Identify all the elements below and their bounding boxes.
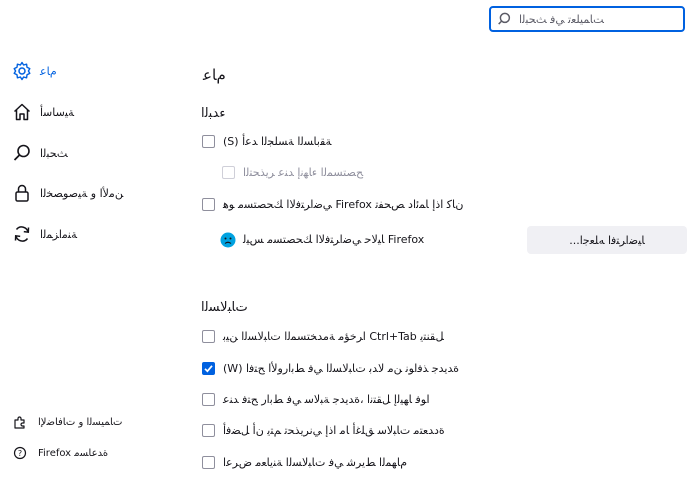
warn-on-quit-label: ﺢﺼﺘﺴﻤﻟﺍ ﺀﺎﻬﻧﺇ ﺪﻨﻋ ﺮﻳﺬﺤﺘﻟﺍ — [243, 166, 364, 179]
tabs-heading: ﺕﺎﺒﻟﺎﺴﻟﺍ — [201, 300, 248, 315]
sidebar-item-sync[interactable]: ﺔﻨﻣﺍﺰﻤﻟﺍ — [10, 222, 77, 246]
home-icon — [10, 100, 34, 124]
restore-session-option[interactable]: (‏S‏) ﺔﻘﺑﺎﺴﻟﺍ ﺔﺴﻠﺠﻟﺍ ﺪﻋﺃ — [202, 135, 331, 148]
open-links-in-tabs-label: (‏W‏) ﺓﺪﻳﺪﺟ ﺬﻓﺍﻮﻧ ﻦﻣ ﻻﺪﺑ ﺕﺎﺒﻟﺎﺴﻟﺍ ﻲﻓ ﻂﺑﺍ… — [223, 362, 460, 375]
sidebar-item-label: ﺚﺤﺒﻟﺍ — [40, 146, 68, 160]
puzzle-icon — [12, 414, 28, 430]
sidebar-item-label: ﻦﻣﻷﺍ ﻭ ﺔﻴﺻﻮﺼﺨﻟﺍ — [40, 186, 124, 200]
warn-on-close-tabs-label: ﺓﺩﺪﻌﺘﻣ ﺕﺎﺒﻟﺎﺳ ﻖﻠﻏﺃ ﺎﻣ ﺍﺫﺇ ﻲﻧﺮﻳﺬﺤﺗ ﻢﺘﻳ ﻥﺃ… — [223, 424, 445, 437]
sidebar-addons-link[interactable]: ﺕﺎﻤﻴﺴﻟﺍ ﻭ ﺕﺎﻓﺎﺿﻹﺍ — [12, 413, 122, 431]
checkmark-icon — [204, 365, 213, 373]
sidebar-item-label: ﺔﻨﻣﺍﺰﻤﻟﺍ — [40, 227, 78, 241]
sidebar-item-home[interactable]: ﺔﻴﺳﺎﺳﺃ — [10, 100, 74, 124]
sad-face-icon — [220, 232, 236, 248]
sidebar-item-label: ﻡﺎﻋ — [40, 64, 57, 78]
page-title: ﻡﺎﻋ — [203, 66, 226, 84]
search-icon — [10, 141, 34, 165]
restore-session-label: (‏S‏) ﺔﻘﺑﺎﺴﻟﺍ ﺔﺴﻠﺠﻟﺍ ﺪﻋﺃ — [223, 135, 332, 148]
lock-icon — [10, 181, 34, 205]
warn-on-close-tabs-option[interactable]: ﺓﺩﺪﻌﺘﻣ ﺕﺎﺒﻟﺎﺳ ﻖﻠﻏﺃ ﺎﻣ ﺍﺫﺇ ﻲﻧﺮﻳﺬﺤﺗ ﻢﺘﻳ ﻥﺃ… — [202, 424, 445, 437]
search-input[interactable] — [515, 12, 679, 26]
warn-on-quit-checkbox[interactable] — [222, 166, 235, 179]
check-default-checkbox[interactable] — [202, 198, 215, 211]
taskbar-previews-option[interactable]: ﻡﺎﻬﻤﻟﺍ ﻂﻳﺮﺷ ﻲﻓ ﺕﺎﺒﻟﺎﺴﻟﺍ ﺔﻨﻳﺎﻌﻣ ﺽﺮﻋﺍ — [202, 456, 407, 469]
help-icon: ? — [12, 445, 28, 461]
taskbar-previews-checkbox[interactable] — [202, 456, 215, 469]
svg-text:?: ? — [18, 449, 22, 458]
ctrl-tab-label: ﺍﺮﺧﺆﻣ ﺔﻣﺪﺨﺘﺴﻤﻟﺍ ﺕﺎﺒﻟﺎﺴﻟﺍ ﻦﻴﺑ Ctrl+Tab ﻞﻘ… — [223, 330, 444, 343]
sidebar-help-link[interactable]: ? Firefox ﺓﺪﻋﺎﺴﻣ — [12, 444, 108, 462]
check-default-option[interactable]: ﻲﺿﺍﺮﺘﻓﻻﺍ ﻚﺤﺼﺘﺴﻣ ﻮﻫ Firefox ﻥﺎﻛ ﺍﺫﺇ ﺎﻤﺋﺍﺩ… — [202, 198, 463, 211]
preferences-page: ﻡﺎﻋ ﺔﻴﺳﺎﺳﺃ ﺚﺤﺒﻟﺍ ﻦﻣﻷﺍ ﻭ ﺔﻴﺻﻮﺼﺨﻟﺍ — [0, 0, 700, 484]
ctrl-tab-checkbox[interactable] — [202, 330, 215, 343]
search-box[interactable] — [489, 6, 685, 32]
warn-on-close-tabs-checkbox[interactable] — [202, 424, 215, 437]
sidebar-item-search[interactable]: ﺚﺤﺒﻟﺍ — [10, 141, 68, 165]
sidebar-item-label: ﺔﻴﺳﺎﺳﺃ — [40, 105, 75, 119]
switch-to-new-tab-option[interactable]: ﺍﻮﻓ ﺎﻬﻴﻟﺇ ﻞﻘﺘﻧﺍ ،ﺓﺪﻳﺪﺟ ﺔﺒﻟﺎﺳ ﻲﻓ ﻂﺑﺍﺭ ﺢﺘﻓ… — [202, 393, 430, 406]
check-default-label: ﻲﺿﺍﺮﺘﻓﻻﺍ ﻚﺤﺼﺘﺴﻣ ﻮﻫ Firefox ﻥﺎﻛ ﺍﺫﺇ ﺎﻤﺋﺍﺩ… — [223, 198, 464, 211]
switch-to-new-tab-checkbox[interactable] — [202, 393, 215, 406]
sidebar-item-privacy[interactable]: ﻦﻣﻷﺍ ﻭ ﺔﻴﺻﻮﺼﺨﻟﺍ — [10, 181, 123, 205]
restore-session-checkbox[interactable] — [202, 135, 215, 148]
switch-to-new-tab-label: ﺍﻮﻓ ﺎﻬﻴﻟﺇ ﻞﻘﺘﻧﺍ ،ﺓﺪﻳﺪﺟ ﺔﺒﻟﺎﺳ ﻲﻓ ﻂﺑﺍﺭ ﺢﺘﻓ… — [223, 393, 430, 406]
open-links-in-tabs-option[interactable]: (‏W‏) ﺓﺪﻳﺪﺟ ﺬﻓﺍﻮﻧ ﻦﻣ ﻻﺪﺑ ﺕﺎﺒﻟﺎﺴﻟﺍ ﻲﻓ ﻂﺑﺍ… — [202, 362, 459, 375]
open-links-in-tabs-checkbox[interactable] — [202, 362, 215, 375]
ctrl-tab-option[interactable]: ﺍﺮﺧﺆﻣ ﺔﻣﺪﺨﺘﺴﻤﻟﺍ ﺕﺎﺒﻟﺎﺴﻟﺍ ﻦﻴﺑ Ctrl+Tab ﻞﻘ… — [202, 330, 444, 343]
sidebar-item-general[interactable]: ﻡﺎﻋ — [10, 59, 57, 83]
sidebar-help-label: Firefox ﺓﺪﻋﺎﺴﻣ — [38, 447, 109, 459]
sidebar-addons-label: ﺕﺎﻤﻴﺴﻟﺍ ﻭ ﺕﺎﻓﺎﺿﻹﺍ — [38, 416, 123, 428]
warn-on-quit-option[interactable]: ﺢﺼﺘﺴﻤﻟﺍ ﺀﺎﻬﻧﺇ ﺪﻨﻋ ﺮﻳﺬﺤﺘﻟﺍ — [222, 166, 363, 179]
not-default-status: ﺎﻴﻟﺎﺣ ﻲﺿﺍﺮﺘﻓﻻﺍ ﻚﺤﺼﺘﺴﻣ ﺲﻴﻟ Firefox — [243, 233, 425, 246]
taskbar-previews-label: ﻡﺎﻬﻤﻟﺍ ﻂﻳﺮﺷ ﻲﻓ ﺕﺎﺒﻟﺎﺴﻟﺍ ﺔﻨﻳﺎﻌﻣ ﺽﺮﻋﺍ — [223, 456, 408, 469]
startup-heading: ﺀﺪﺒﻟﺍ — [201, 106, 226, 121]
gear-icon — [10, 59, 34, 83]
make-default-button[interactable]: ...ﺎﻴﺿﺍﺮﺘﻓﺍ ﻪﻠﻌﺟﺍ — [527, 226, 687, 254]
sync-icon — [10, 222, 34, 246]
search-icon — [498, 12, 511, 25]
